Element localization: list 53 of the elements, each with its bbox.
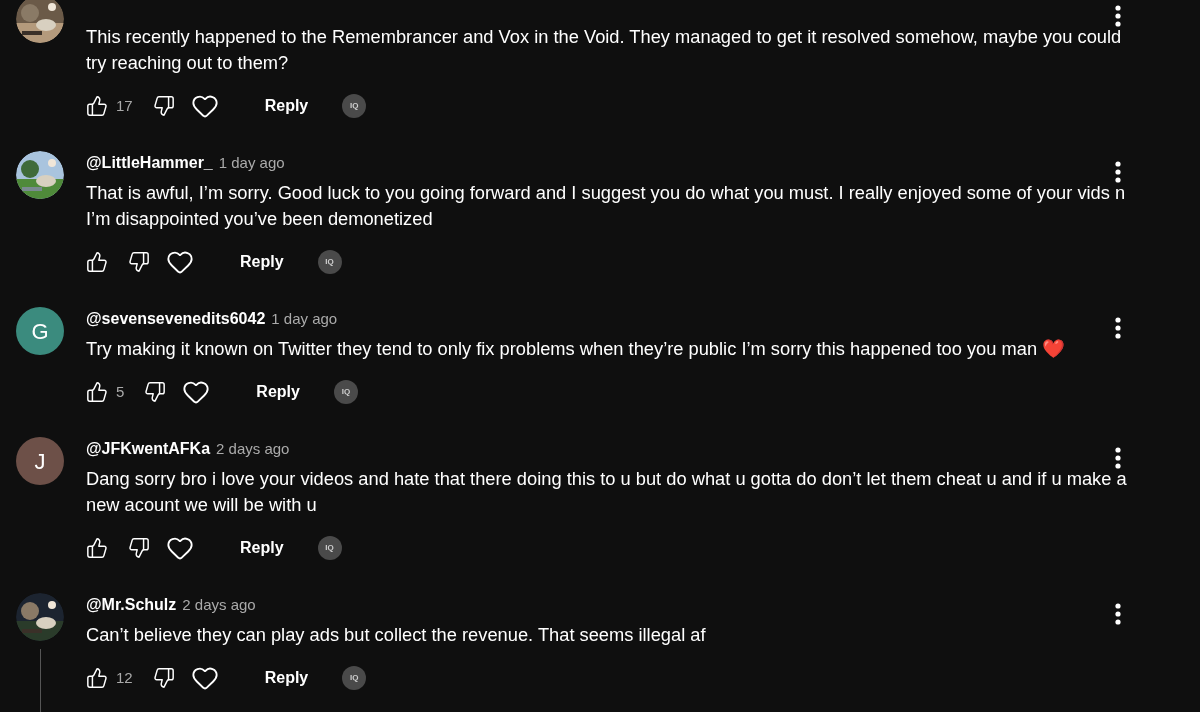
like-count: 12 xyxy=(116,667,133,688)
thumbs-down-icon xyxy=(152,667,175,689)
iq-badge[interactable]: IQ xyxy=(317,250,342,274)
like-count: 17 xyxy=(116,95,133,116)
thumbs-down-icon xyxy=(152,95,175,117)
avatar: G xyxy=(16,307,64,355)
iq-badge[interactable]: IQ xyxy=(333,380,358,404)
iq-badge[interactable]: IQ xyxy=(342,666,367,690)
iq-badge[interactable]: IQ xyxy=(317,536,342,560)
thumbs-down-icon xyxy=(144,381,167,403)
thumbs-down-icon xyxy=(128,251,150,273)
comment-author[interactable]: @LittleHammer_ xyxy=(86,151,213,175)
more-icon xyxy=(1115,317,1121,339)
comment-time[interactable]: 2 days ago xyxy=(182,593,256,617)
comment-text: Dang sorry bro i love your videos and hate that there doing this to u but do what u gotta do don’t let them cheat u and if u make a new acount we will be with u xyxy=(86,467,1128,517)
like-button[interactable] xyxy=(86,537,108,559)
thumbs-down-icon xyxy=(128,537,150,559)
thumbs-up-icon xyxy=(86,95,108,117)
more-icon xyxy=(1115,5,1121,27)
dislike-button[interactable] xyxy=(128,251,150,273)
like-button[interactable] xyxy=(86,95,108,117)
comment-text: Can’t believe they can play ads but collect the revenue. That seems illegal af xyxy=(86,623,707,647)
comment-text: That is awful, I’m sorry. Good luck to you going forward and I suggest you do what you must. I really enjoyed some of your vids n I’m disappointed you’ve been demonetized xyxy=(86,181,1127,231)
dislike-button[interactable] xyxy=(152,667,175,689)
reply-button[interactable]: Reply xyxy=(252,662,321,694)
dislike-button[interactable] xyxy=(128,537,150,559)
more-icon xyxy=(1115,161,1121,183)
dislike-button[interactable] xyxy=(152,95,175,117)
thumbs-up-icon xyxy=(86,381,108,403)
comment-author[interactable]: @Mr.Schulz xyxy=(86,593,177,617)
comment-time[interactable]: 2 days ago xyxy=(216,437,290,461)
dislike-button[interactable] xyxy=(144,381,167,403)
reply-button[interactable]: Reply xyxy=(228,532,296,564)
comment-time[interactable]: 1 day ago xyxy=(271,307,338,331)
comment-time[interactable]: 1 day ago xyxy=(218,151,285,175)
avatar: J xyxy=(16,437,64,485)
comment-author[interactable]: @JFKwentAFKa xyxy=(86,437,211,461)
more-icon xyxy=(1115,447,1121,469)
thumbs-up-icon xyxy=(86,537,108,559)
reply-button[interactable]: Reply xyxy=(252,90,321,122)
thumbs-up-icon xyxy=(86,667,108,689)
comment-author[interactable]: @sevensevenedits6042 xyxy=(86,307,266,331)
reply-button[interactable]: Reply xyxy=(228,246,296,278)
reply-button[interactable]: Reply xyxy=(244,376,312,408)
like-button[interactable] xyxy=(86,251,108,273)
like-button[interactable] xyxy=(86,381,108,403)
thumbs-up-icon xyxy=(86,251,108,273)
more-icon xyxy=(1115,603,1121,625)
iq-badge[interactable]: IQ xyxy=(342,94,367,118)
comment-text: This recently happened to the Remembrancer and Vox in the Void. They managed to get it resolved somehow, maybe you could try reaching out to them? xyxy=(86,25,1123,75)
comment-text: Try making it known on Twitter they tend to only fix problems when they’re public I’m sorry this happened too you man ❤ xyxy=(86,337,1067,361)
like-count: 5 xyxy=(116,381,125,402)
like-button[interactable] xyxy=(86,667,108,689)
